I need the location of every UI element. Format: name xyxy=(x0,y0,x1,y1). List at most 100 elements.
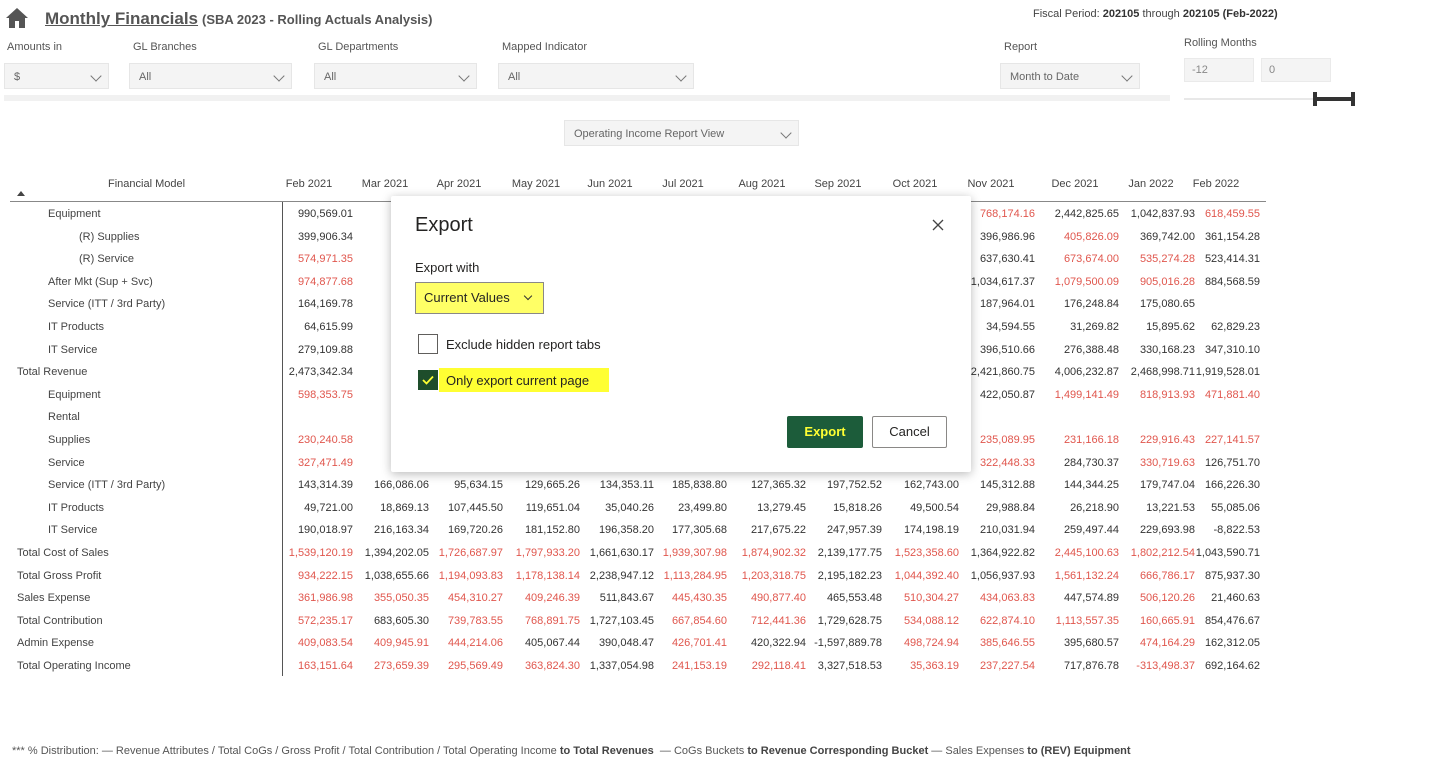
rolling-months-min-input[interactable]: -12 xyxy=(1184,58,1254,82)
row-label: (R) Supplies xyxy=(79,230,140,243)
export-with-label: Export with xyxy=(415,260,480,275)
month-header[interactable]: Feb 2022 xyxy=(1181,178,1251,190)
gl-departments-label: GL Departments xyxy=(318,41,399,53)
mapped-indicator-dropdown[interactable]: All xyxy=(498,63,694,89)
rolling-months-max-input[interactable]: 0 xyxy=(1261,58,1331,82)
table-cell: 210,031.94 xyxy=(979,524,1035,537)
report-view-dropdown[interactable]: Operating Income Report View xyxy=(564,120,799,146)
month-header[interactable]: Nov 2021 xyxy=(956,178,1026,190)
row-label: Total Gross Profit xyxy=(17,569,102,582)
month-header[interactable]: Jul 2021 xyxy=(648,178,718,190)
chevron-down-icon xyxy=(780,127,792,139)
financial-model-header[interactable]: Financial Model xyxy=(108,178,185,190)
chevron-down-icon xyxy=(523,291,533,301)
table-cell: 241,153.19 xyxy=(671,660,727,672)
gl-branches-label: GL Branches xyxy=(133,41,197,53)
table-cell: 884,568.59 xyxy=(1204,275,1260,288)
table-cell: 347,310.10 xyxy=(1204,343,1260,356)
chevron-down-icon xyxy=(273,70,285,82)
month-header[interactable]: Jun 2021 xyxy=(575,178,645,190)
gl-branches-dropdown[interactable]: All xyxy=(129,63,292,89)
month-header[interactable]: Aug 2021 xyxy=(727,178,797,190)
table-cell: 361,154.28 xyxy=(1204,230,1260,243)
table-cell: 227,141.57 xyxy=(1204,434,1260,446)
table-cell: 1,939,307.98 xyxy=(662,547,727,559)
export-dialog: Export Export with Current Values Exclud… xyxy=(391,196,971,472)
table-cell: 23,499.80 xyxy=(678,501,727,514)
table-cell: 237,227.54 xyxy=(979,660,1035,672)
amounts-in-value: $ xyxy=(14,71,21,83)
table-cell: 175,080.65 xyxy=(1139,298,1195,311)
fiscal-to: 202105 xyxy=(1182,8,1220,20)
exclude-hidden-tabs-checkbox[interactable] xyxy=(418,334,438,354)
page-title: Monthly Financials (SBA 2023 - Rolling Ac… xyxy=(45,9,432,29)
table-cell: 1,113,284.95 xyxy=(663,569,727,582)
export-with-select[interactable]: Current Values xyxy=(415,282,544,314)
export-with-value: Current Values xyxy=(424,290,510,305)
amounts-in-dropdown[interactable]: $ xyxy=(4,63,109,89)
table-cell: 445,430.35 xyxy=(671,592,727,605)
row-label: Service (ITT / 3rd Party) xyxy=(48,298,166,311)
month-header[interactable]: Dec 2021 xyxy=(1040,178,1110,190)
row-label: IT Service xyxy=(48,343,98,356)
table-cell: 126,751.70 xyxy=(1204,456,1260,469)
export-button[interactable]: Export xyxy=(787,416,863,448)
amounts-in-label: Amounts in xyxy=(7,41,63,53)
footnote: *** % Distribution: — Revenue Attributes… xyxy=(12,745,1131,757)
only-current-page-checkbox[interactable] xyxy=(418,370,438,390)
range-slider-handle-icon[interactable] xyxy=(1312,91,1356,107)
row-label: IT Products xyxy=(48,321,105,333)
row-label: Total Contribution xyxy=(17,614,103,627)
footnote-bold: to (REV) Equipment xyxy=(1027,745,1131,757)
fiscal-from: 202105 xyxy=(1102,8,1140,20)
sort-up-icon[interactable] xyxy=(17,190,25,196)
close-icon[interactable] xyxy=(931,218,945,232)
month-header[interactable]: Oct 2021 xyxy=(880,178,950,190)
chevron-down-icon xyxy=(675,70,687,82)
table-cell: 62,829.23 xyxy=(1211,321,1260,333)
fiscal-period: Fiscal Period: 202105 through 202105 (Fe… xyxy=(1033,8,1278,20)
footnote-part: — Sales Expenses xyxy=(931,745,1025,757)
table-cell: 55,085.06 xyxy=(1211,501,1260,514)
table-cell: 145,312.88 xyxy=(979,479,1035,492)
table-cell: -8,822.53 xyxy=(1213,524,1260,537)
table-cell: 162,312.05 xyxy=(1204,637,1260,650)
gl-departments-dropdown[interactable]: All xyxy=(314,63,477,89)
table-cell: 21,460.63 xyxy=(1211,592,1260,605)
report-dropdown[interactable]: Month to Date xyxy=(1000,63,1140,89)
mapped-indicator-label: Mapped Indicator xyxy=(502,41,587,53)
row-label: Total Cost of Sales xyxy=(17,547,109,559)
row-label: After Mkt (Sup + Svc) xyxy=(48,275,153,288)
dialog-title: Export xyxy=(415,214,473,236)
month-header[interactable]: Mar 2021 xyxy=(350,178,420,190)
cancel-button[interactable]: Cancel xyxy=(872,416,947,448)
label-column-divider xyxy=(282,202,283,676)
report-view-value: Operating Income Report View xyxy=(574,128,725,140)
exclude-hidden-tabs-label[interactable]: Exclude hidden report tabs xyxy=(446,337,601,352)
table-cell: 177,305.68 xyxy=(671,524,727,537)
table-cell: 622,874.10 xyxy=(979,614,1035,627)
month-header[interactable]: Jan 2022 xyxy=(1116,178,1186,190)
home-icon[interactable] xyxy=(5,7,29,29)
month-header[interactable]: Feb 2021 xyxy=(274,178,344,190)
table-cell: 875,937.30 xyxy=(1204,569,1260,582)
filter-bar-divider xyxy=(4,95,1170,101)
row-label: Total Operating Income xyxy=(17,660,131,672)
month-header[interactable]: May 2021 xyxy=(501,178,571,190)
table-cell: 426,701.41 xyxy=(671,637,727,650)
mapped-indicator-value: All xyxy=(508,71,521,83)
row-label: Service xyxy=(48,456,85,469)
report-subtitle: (SBA 2023 - Rolling Actuals Analysis) xyxy=(202,12,433,27)
row-label: Admin Expense xyxy=(17,637,95,650)
rolling-months-label: Rolling Months xyxy=(1184,37,1257,49)
row-label: IT Service xyxy=(48,524,98,537)
report-label: Report xyxy=(1004,41,1038,53)
month-header[interactable]: Sep 2021 xyxy=(803,178,873,190)
footnote-part: *** % Distribution: — Revenue Attributes… xyxy=(12,745,557,757)
row-label: Rental xyxy=(48,411,80,424)
month-header[interactable]: Apr 2021 xyxy=(424,178,494,190)
table-cell: 667,854.60 xyxy=(671,614,727,627)
report-title[interactable]: Monthly Financials xyxy=(45,9,198,28)
only-current-page-label[interactable]: Only export current page xyxy=(446,373,589,388)
table-cell: 185,838.80 xyxy=(671,479,727,492)
